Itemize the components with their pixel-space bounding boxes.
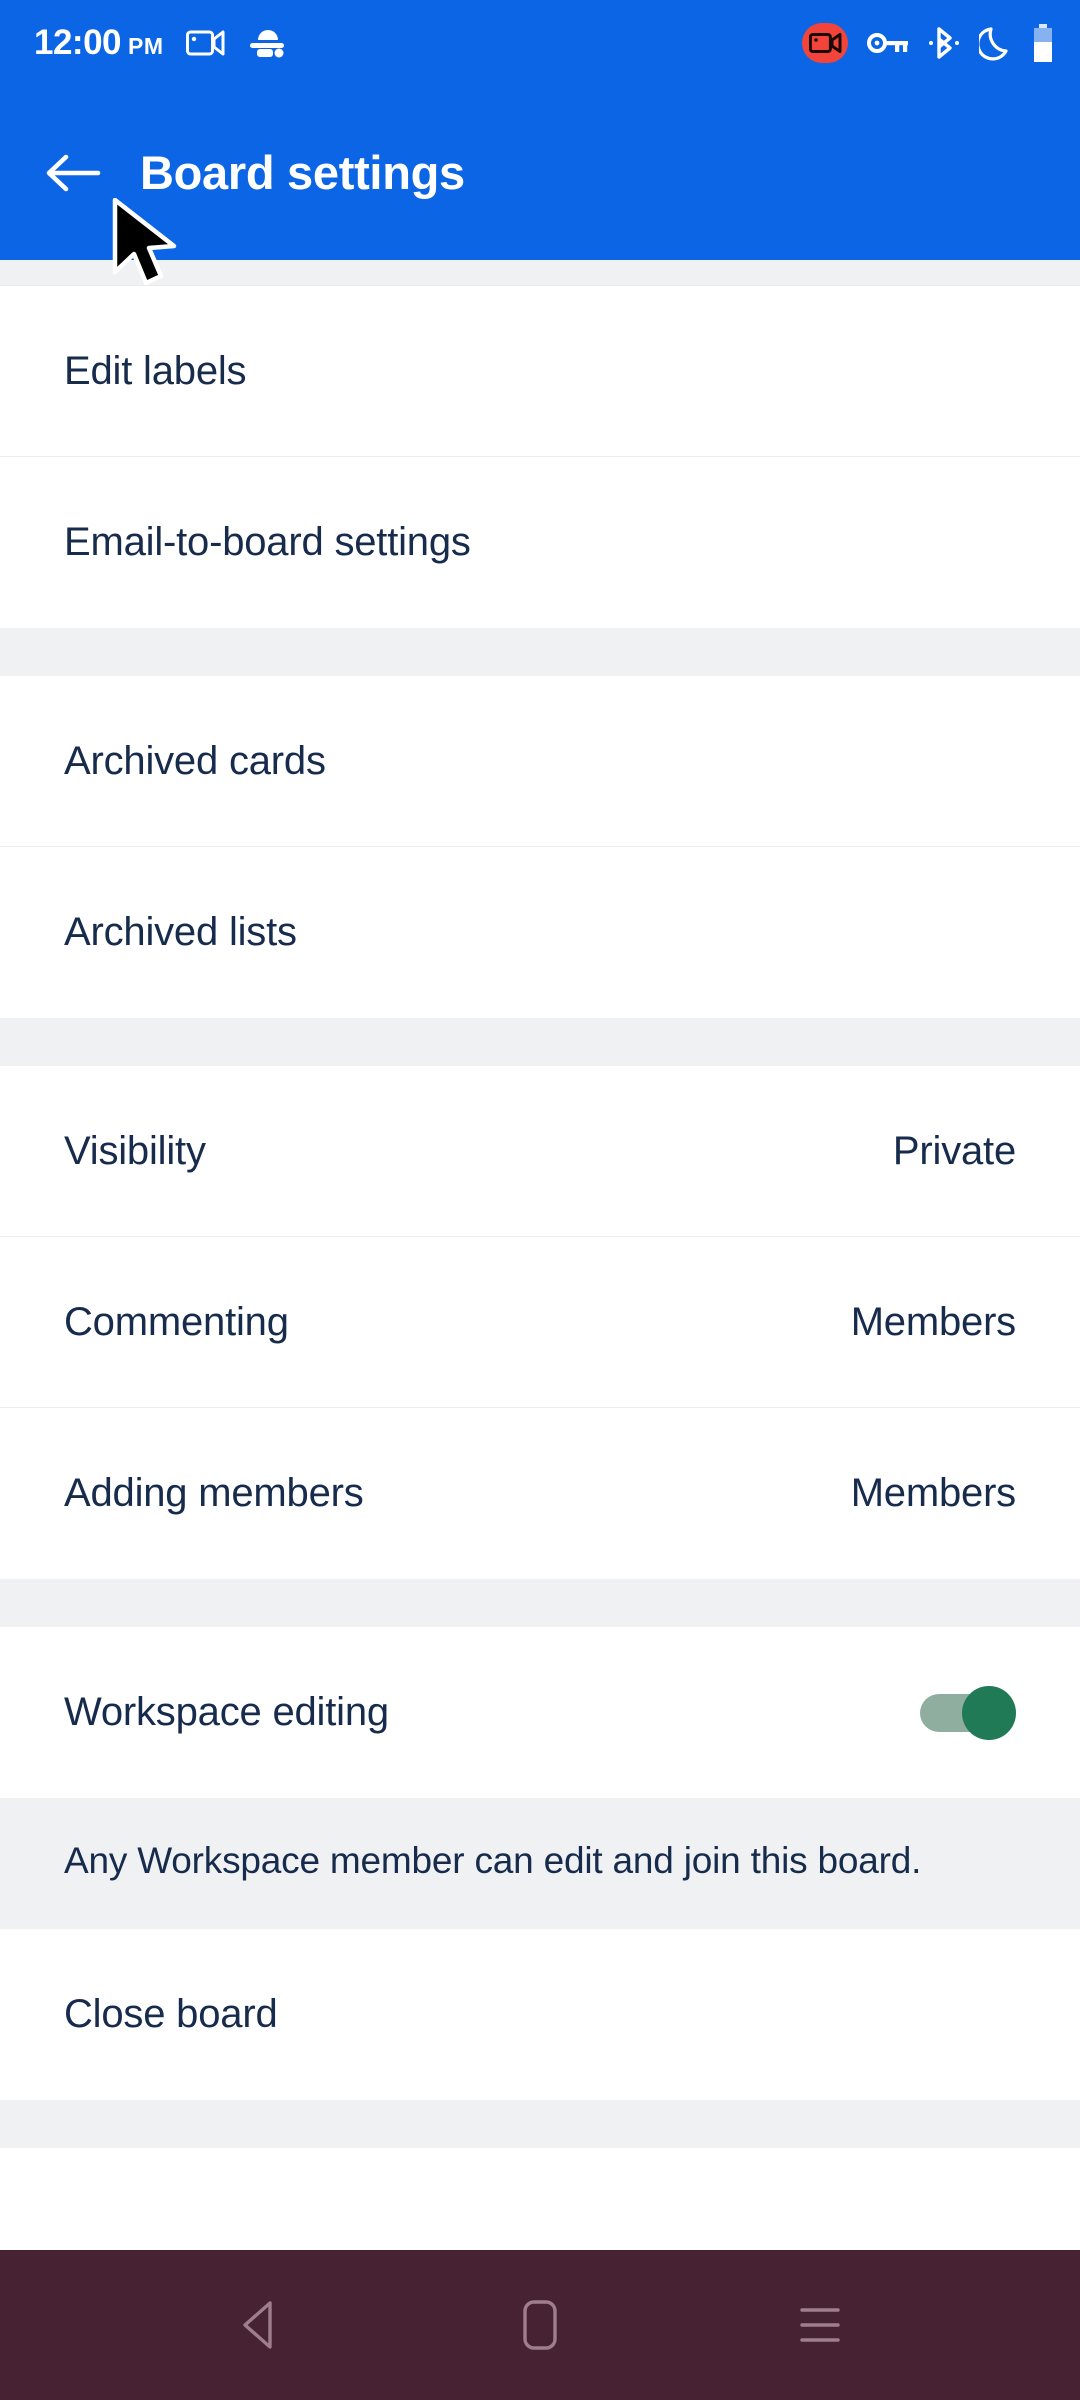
nav-home-button[interactable]: [485, 2270, 595, 2380]
workspace-editing-description-block: Any Workspace member can edit and join t…: [0, 1798, 1080, 1930]
setting-row-edit-labels[interactable]: Edit labels: [0, 286, 1080, 457]
row-label: Archived cards: [64, 738, 326, 783]
home-square-icon: [523, 2300, 557, 2350]
workspace-editing-description: Any Workspace member can edit and join t…: [64, 1840, 922, 1881]
setting-row-workspace-editing[interactable]: Workspace editing: [0, 1627, 1080, 1798]
row-value: Members: [850, 1471, 1017, 1515]
status-bar-right: [802, 22, 1054, 63]
setting-row-commenting[interactable]: Commenting Members: [0, 1237, 1080, 1408]
row-label: Email-to-board settings: [64, 520, 471, 564]
do-not-disturb-moon-icon: [979, 25, 1013, 61]
setting-row-archived-lists[interactable]: Archived lists: [0, 847, 1080, 1018]
battery-icon: [1032, 23, 1054, 62]
section-divider: [0, 1579, 1080, 1627]
system-navigation-bar: [0, 2250, 1080, 2400]
status-bar: 12:00 PM: [0, 0, 1080, 85]
app-bar: Board settings: [0, 85, 1080, 260]
clock-ampm: PM: [128, 32, 164, 59]
row-label: Edit labels: [64, 348, 247, 393]
toggle-thumb: [962, 1685, 1016, 1740]
row-label: Adding members: [64, 1471, 364, 1515]
row-value: Members: [850, 1299, 1017, 1344]
back-triangle-icon: [243, 2301, 272, 2349]
settings-list[interactable]: Edit labels Email-to-board settings Arch…: [0, 260, 1080, 2250]
setting-row-adding-members[interactable]: Adding members Members: [0, 1408, 1080, 1579]
clock-time: 12:00: [34, 22, 122, 62]
row-value: Private: [892, 1128, 1016, 1173]
setting-row-visibility[interactable]: Visibility Private: [0, 1066, 1080, 1237]
back-arrow-icon: [46, 154, 101, 191]
screen-recording-badge-icon: [802, 22, 848, 63]
setting-row-email-to-board-settings[interactable]: Email-to-board settings: [0, 457, 1080, 628]
recents-hamburger-icon: [800, 2308, 840, 2342]
bluetooth-icon: [928, 25, 960, 61]
row-label: Visibility: [64, 1128, 206, 1173]
section-divider-bottom: [0, 2100, 1080, 2149]
page-title: Board settings: [140, 146, 465, 199]
status-bar-clock: 12:00 PM: [34, 23, 164, 63]
row-label: Close board: [64, 1992, 278, 2037]
row-label: Archived lists: [64, 910, 297, 954]
status-bar-left: 12:00 PM: [34, 23, 288, 63]
nav-back-button[interactable]: [205, 2270, 315, 2380]
back-button[interactable]: [44, 144, 102, 202]
row-label: Commenting: [64, 1299, 289, 1344]
android-debug-icon: [248, 27, 288, 59]
nav-recents-button[interactable]: [765, 2270, 875, 2380]
video-camera-icon: [185, 28, 226, 58]
section-divider: [0, 1018, 1080, 1066]
list-top-gap: [0, 260, 1080, 286]
section-divider: [0, 628, 1080, 676]
workspace-editing-toggle[interactable]: [920, 1685, 1016, 1740]
setting-row-archived-cards[interactable]: Archived cards: [0, 676, 1080, 847]
vpn-key-icon: [867, 30, 909, 56]
setting-row-close-board[interactable]: Close board: [0, 1929, 1080, 2101]
row-label: Workspace editing: [64, 1690, 389, 1734]
